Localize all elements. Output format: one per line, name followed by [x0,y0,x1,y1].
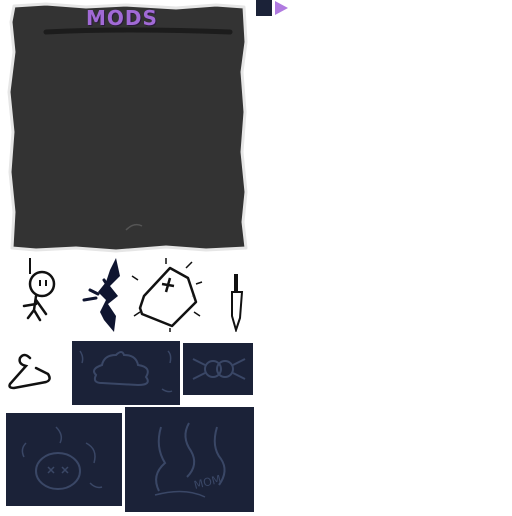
spider-icon [192,358,246,380]
small-square-icon [256,0,272,16]
hanging-stickman-icon [22,258,56,322]
poop-tile [72,341,180,405]
poop-icon [79,350,173,393]
mods-title: MODS [86,6,158,30]
splash-icon [82,258,120,332]
knife-icon [231,274,244,332]
mods-panel [7,2,248,253]
mom-icon: MOM [154,422,226,498]
dead-head-icon [21,426,103,490]
spider-tile [183,343,253,395]
mom-tile: MOM [125,407,254,512]
dead-head-tile [6,413,122,506]
play-arrow-icon[interactable] [273,0,289,16]
gravestone-icon [131,258,203,332]
mom-label: MOM [193,473,223,492]
coat-hanger-icon [8,353,51,390]
